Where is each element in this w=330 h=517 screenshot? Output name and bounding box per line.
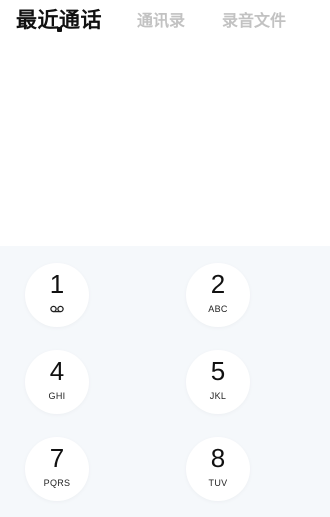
dial-key-digit: 8 bbox=[210, 443, 226, 473]
dial-key-4[interactable]: 4 GHI bbox=[25, 350, 89, 414]
dial-key-digit: 4 bbox=[49, 356, 65, 386]
dial-key-5[interactable]: 5 JKL bbox=[186, 350, 250, 414]
dial-key-2[interactable]: 2 ABC bbox=[186, 263, 250, 327]
voicemail-icon bbox=[50, 305, 64, 313]
dial-key-8[interactable]: 8 TUV bbox=[186, 437, 250, 501]
phone-app-screen: 最近通话 通讯录 录音文件 1 2 ABC 4 GHI 5 JKL 7 PQRS… bbox=[0, 0, 330, 517]
dial-key-digit: 5 bbox=[210, 356, 226, 386]
tab-recordings[interactable]: 录音文件 bbox=[222, 7, 286, 31]
tab-bar: 最近通话 通讯录 录音文件 bbox=[0, 0, 330, 40]
dial-key-digit: 1 bbox=[49, 269, 65, 299]
dial-key-digit: 7 bbox=[49, 443, 65, 473]
dial-key-letters: ABC bbox=[208, 304, 228, 314]
dial-key-letters: JKL bbox=[209, 391, 227, 401]
dial-key-letters: PQRS bbox=[43, 478, 71, 488]
dial-key-letters: TUV bbox=[208, 478, 228, 488]
tab-contacts[interactable]: 通讯录 bbox=[137, 7, 185, 31]
active-tab-indicator bbox=[57, 27, 62, 32]
dial-key-1[interactable]: 1 bbox=[25, 263, 89, 327]
recent-calls-list bbox=[0, 40, 330, 246]
dial-key-letters: GHI bbox=[48, 391, 66, 401]
dial-key-digit: 2 bbox=[210, 269, 226, 299]
dial-key-7[interactable]: 7 PQRS bbox=[25, 437, 89, 501]
